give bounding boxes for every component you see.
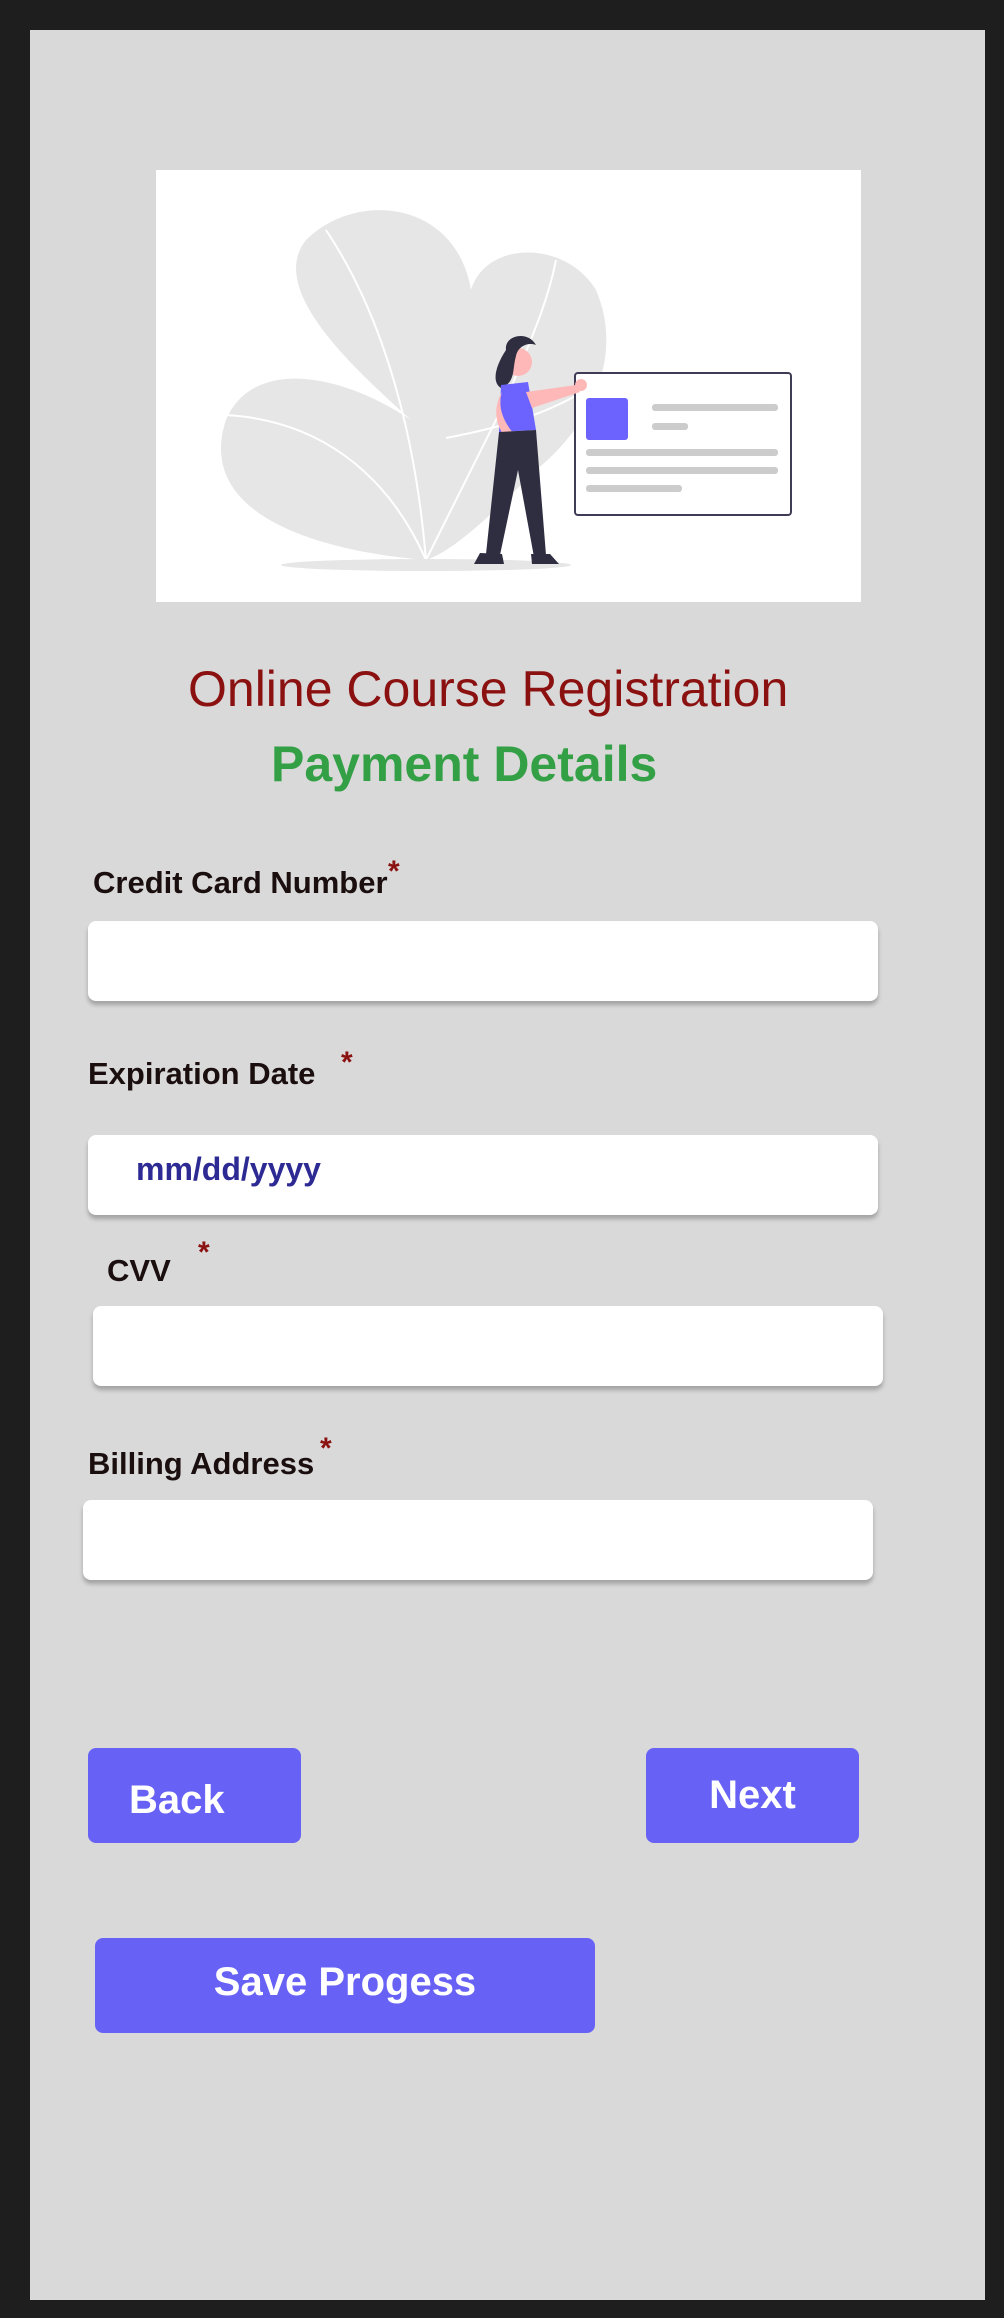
hero-illustration bbox=[156, 170, 861, 602]
billing-address-input[interactable] bbox=[83, 1500, 873, 1580]
registration-screen: Online Course Registration Payment Detai… bbox=[30, 30, 985, 2300]
expiration-date-label: Expiration Date bbox=[88, 1056, 316, 1091]
credit-card-input[interactable] bbox=[88, 921, 878, 1001]
expiration-required-mark: * bbox=[341, 1046, 353, 1079]
cvv-label: CVV bbox=[107, 1253, 171, 1288]
cvv-required-mark: * bbox=[198, 1236, 210, 1269]
page-subtitle: Payment Details bbox=[271, 736, 658, 792]
billing-address-label: Billing Address bbox=[88, 1446, 315, 1481]
credit-card-label: Credit Card Number bbox=[93, 865, 388, 900]
expiration-date-input[interactable]: mm/dd/yyyy bbox=[88, 1135, 878, 1215]
expiration-date-placeholder: mm/dd/yyyy bbox=[136, 1151, 321, 1187]
credit-card-required-mark: * bbox=[388, 855, 400, 888]
next-button[interactable]: Next bbox=[646, 1748, 859, 1843]
person-with-card-illustration bbox=[221, 210, 792, 571]
cvv-input[interactable] bbox=[93, 1306, 883, 1386]
back-button[interactable]: Back bbox=[88, 1748, 301, 1843]
save-progress-button[interactable]: Save Progess bbox=[95, 1938, 595, 2033]
billing-required-mark: * bbox=[320, 1432, 332, 1465]
page-title: Online Course Registration bbox=[188, 661, 789, 717]
